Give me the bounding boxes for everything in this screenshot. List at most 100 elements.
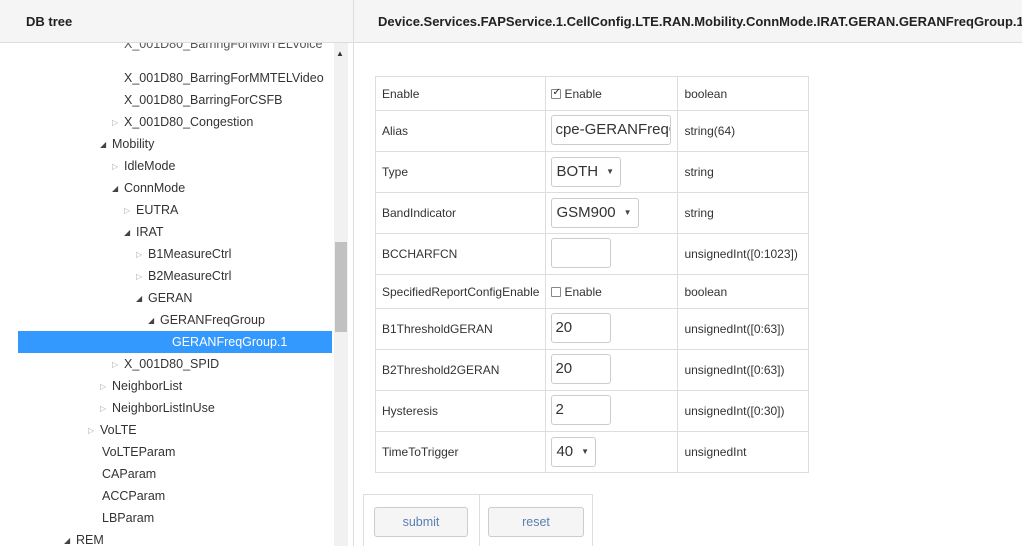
collapsed-arrow-icon[interactable]: ▷ xyxy=(136,266,148,288)
bandindicator-select[interactable]: GSM900 ▼ xyxy=(551,198,639,228)
tree-item[interactable]: ◢ ConnMode xyxy=(112,177,185,199)
scroll-up-arrow-icon[interactable]: ▲ xyxy=(336,49,344,58)
timetotrigger-select[interactable]: 40 ▼ xyxy=(551,437,597,467)
collapsed-arrow-icon[interactable]: ▷ xyxy=(124,200,136,222)
expanded-arrow-icon[interactable]: ◢ xyxy=(124,222,136,244)
tree-item[interactable]: ▷ EUTRA xyxy=(124,199,178,221)
parameter-table: EnableEnablebooleanAliascpe-GERANFreqGro… xyxy=(374,76,810,473)
tree-item[interactable]: VoLTEParam xyxy=(102,441,175,463)
tree-item[interactable]: ◢ IRAT xyxy=(124,221,164,243)
param-type: unsignedInt([0:63]) xyxy=(677,349,810,391)
tree-item[interactable]: X_001D80_BarringForMMTELVideo xyxy=(124,67,324,89)
tree-item[interactable]: ▷ X_001D80_SPID xyxy=(112,353,219,375)
hysteresis-input[interactable]: 2 xyxy=(551,394,612,425)
tree-item[interactable]: ▷ IdleMode xyxy=(112,155,175,177)
tree-item[interactable]: ▷ B1MeasureCtrl xyxy=(136,243,231,265)
reset-button[interactable]: reset xyxy=(488,507,584,537)
collapsed-arrow-icon[interactable]: ▷ xyxy=(136,244,148,266)
collapsed-arrow-icon[interactable]: ▷ xyxy=(112,112,124,134)
param-name: Alias xyxy=(374,110,547,152)
param-type: boolean xyxy=(677,274,810,309)
param-row-timetotrigger: TimeToTrigger 40 ▼ unsignedInt xyxy=(374,431,810,473)
tree-item-label: VoLTE xyxy=(100,423,137,437)
b1thresholdgeran-input[interactable]: 20 xyxy=(551,312,612,343)
scroll-thumb[interactable] xyxy=(335,242,347,332)
tree-item-label: VoLTEParam xyxy=(102,445,176,459)
action-bar: submit reset xyxy=(363,494,593,546)
expanded-arrow-icon[interactable]: ◢ xyxy=(112,178,124,200)
tree-header: DB tree xyxy=(0,0,354,43)
tree-item-label: X_001D80_Congestion xyxy=(124,115,254,129)
tree-item-selected[interactable]: GERANFreqGroup.1 xyxy=(18,331,332,353)
caret-down-icon: ▼ xyxy=(606,167,615,177)
param-value-cell: GSM900 ▼ xyxy=(545,192,679,234)
tree-item[interactable]: X_001D80_BarringForCSFB xyxy=(124,89,282,111)
param-type: string xyxy=(677,151,810,193)
tree-item[interactable]: ▷ B2MeasureCtrl xyxy=(136,265,231,287)
tree-item-label: X_001D80_BarringForCSFB xyxy=(124,93,283,107)
expanded-arrow-icon[interactable]: ◢ xyxy=(100,134,112,156)
param-value-cell: 20 xyxy=(545,349,679,391)
checkbox-label: Enable xyxy=(564,86,602,101)
tree-item[interactable]: ◢ GERANFreqGroup xyxy=(148,309,265,331)
enable-checkbox[interactable] xyxy=(551,87,562,99)
expanded-arrow-icon[interactable]: ◢ xyxy=(136,288,148,310)
param-value-cell: 40 ▼ xyxy=(545,431,679,473)
tree-item[interactable]: ◢ Mobility xyxy=(100,133,154,155)
tree-item-partially-visible[interactable]: X_001D80_BarringForMMTELVoice xyxy=(124,43,322,51)
collapsed-arrow-icon[interactable]: ▷ xyxy=(88,420,100,442)
collapsed-arrow-icon[interactable]: ▷ xyxy=(112,156,124,178)
tree-item[interactable]: ▷ VoLTE xyxy=(88,419,137,441)
param-row-bccharfcn: BCCHARFCN unsignedInt([0:1023]) xyxy=(374,233,810,275)
tree-item-label: GERANFreqGroup.1 xyxy=(172,335,288,349)
tree-item-label: ACCParam xyxy=(102,489,166,503)
alias-input[interactable]: cpe-GERANFreqGroup xyxy=(551,114,672,145)
tree-item[interactable]: ◢ REM xyxy=(64,529,104,546)
collapsed-arrow-icon[interactable]: ▷ xyxy=(100,376,112,398)
tree-item[interactable]: ▷ X_001D80_Congestion xyxy=(112,111,253,133)
submit-button[interactable]: submit xyxy=(374,507,468,537)
param-row-b1thresholdgeran: B1ThresholdGERAN 20 unsignedInt([0:63]) xyxy=(374,308,810,350)
tree-item[interactable]: LBParam xyxy=(102,507,154,529)
tree-item-label: IRAT xyxy=(136,225,164,239)
param-row-specifiedreportconfigenable: SpecifiedReportConfigEnable Enable boolean xyxy=(374,274,810,309)
param-value-cell xyxy=(545,233,679,275)
tree-item[interactable]: ▷ NeighborListInUse xyxy=(100,397,215,419)
b2threshold2geran-input[interactable]: 20 xyxy=(551,353,612,384)
tree-item[interactable]: ◢ GERAN xyxy=(136,287,192,309)
param-value-cell: BOTH ▼ xyxy=(545,151,679,193)
tree-header-title: DB tree xyxy=(26,14,73,29)
enable-checkbox[interactable] xyxy=(551,286,562,297)
tree-item-label: X_001D80_BarringForMMTELVideo xyxy=(124,71,324,85)
tree-item-label: NeighborListInUse xyxy=(112,401,215,415)
param-name: TimeToTrigger xyxy=(374,431,547,473)
tree-item-label: EUTRA xyxy=(136,203,179,217)
tree-scrollbar[interactable]: ▲ xyxy=(334,43,348,546)
param-value-cell: cpe-GERANFreqGroup xyxy=(545,110,679,152)
expanded-arrow-icon[interactable]: ◢ xyxy=(64,530,76,546)
collapsed-arrow-icon[interactable]: ▷ xyxy=(112,354,124,376)
caret-down-icon: ▼ xyxy=(581,447,590,457)
tree-item-label: B1MeasureCtrl xyxy=(148,247,232,261)
param-type: unsignedInt xyxy=(677,431,810,473)
type-select[interactable]: BOTH ▼ xyxy=(551,157,622,187)
param-name: BandIndicator xyxy=(374,192,547,234)
expanded-arrow-icon[interactable]: ◢ xyxy=(148,310,160,332)
tree-item[interactable]: ACCParam xyxy=(102,485,165,507)
param-type: boolean xyxy=(677,76,810,111)
tree-item-label: LBParam xyxy=(102,511,155,525)
tree-item[interactable]: ▷ NeighborList xyxy=(100,375,182,397)
param-row-alias: Aliascpe-GERANFreqGroupstring(64) xyxy=(374,110,810,152)
checkbox-label: Enable xyxy=(564,284,602,299)
param-row-enable: Enable Enable boolean xyxy=(374,76,810,111)
param-row-type: Type BOTH ▼ string xyxy=(374,151,810,193)
param-type: unsignedInt([0:63]) xyxy=(677,308,810,350)
tree-item-label: REM xyxy=(76,533,104,546)
param-value-cell: Enable xyxy=(545,274,679,309)
tree-item-label: ConnMode xyxy=(124,181,186,195)
tree-item[interactable]: CAParam xyxy=(102,463,156,485)
param-type: string(64) xyxy=(677,110,810,152)
bccharfcn-input[interactable] xyxy=(551,237,612,268)
collapsed-arrow-icon[interactable]: ▷ xyxy=(100,398,112,420)
param-type: unsignedInt([0:30]) xyxy=(677,390,810,432)
